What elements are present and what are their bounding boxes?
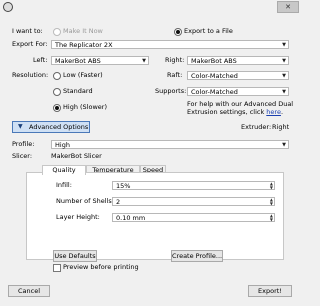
use-defaults-label: Use Defaults <box>54 252 96 260</box>
chevron-down-icon: ▼ <box>282 58 286 64</box>
tab-quality[interactable]: Quality <box>42 165 86 175</box>
slicer-label: Slicer: <box>12 152 33 160</box>
export-for-value: The Replicator 2X <box>55 41 113 49</box>
export-for-label: Export For: <box>12 40 48 48</box>
cancel-button[interactable]: Cancel <box>8 285 50 297</box>
slicer-value: MakerBot Slicer <box>51 152 102 160</box>
export-for-select[interactable]: The Replicator 2X ▼ <box>51 40 289 49</box>
preview-checkbox[interactable] <box>53 264 61 272</box>
spinner-arrows-icon[interactable]: ▲ ▼ <box>270 182 273 190</box>
resolution-high-label: High (Slower) <box>63 103 107 111</box>
profile-value: High <box>55 141 70 149</box>
supports-select[interactable]: Color-Matched ▼ <box>187 87 289 96</box>
infill-input[interactable]: 15% ▲ ▼ <box>112 181 275 190</box>
extruder-value: Right <box>272 123 290 131</box>
use-defaults-button[interactable]: Use Defaults <box>53 250 97 262</box>
close-button[interactable]: ✕ <box>277 1 299 13</box>
chevron-down-icon: ▼ <box>142 58 146 64</box>
help-text-end: . <box>280 108 284 116</box>
right-label: Right: <box>165 56 185 64</box>
infill-label: Infill: <box>56 181 72 189</box>
chevron-down-icon: ▼ <box>282 73 286 79</box>
advanced-options-button[interactable]: ▼ Advanced Options <box>12 121 90 133</box>
title-bar: ✕ <box>0 0 302 14</box>
export-label: Export! <box>258 287 282 295</box>
raft-select[interactable]: Color-Matched ▼ <box>187 71 289 80</box>
help-link[interactable]: here <box>266 108 281 116</box>
spinner-arrows-icon[interactable]: ▲ ▼ <box>270 214 273 222</box>
layer-height-label: Layer Height: <box>56 213 100 221</box>
left-extruder-value: MakerBot ABS <box>55 57 101 65</box>
extruder-label: Extruder: <box>241 123 272 131</box>
export-to-file-radio[interactable] <box>174 28 182 36</box>
layer-height-input[interactable]: 0.10 mm ▲ ▼ <box>112 213 275 222</box>
chevron-down-icon: ▼ <box>282 89 286 95</box>
export-button[interactable]: Export! <box>248 285 292 297</box>
advanced-options-label: Advanced Options <box>29 123 89 131</box>
left-extruder-select[interactable]: MakerBot ABS ▼ <box>51 56 149 65</box>
cancel-label: Cancel <box>17 287 41 295</box>
tab-quality-label: Quality <box>52 166 76 174</box>
want-to-label: I want to: <box>12 27 43 35</box>
close-icon: ✕ <box>285 3 291 11</box>
create-profile-button[interactable]: Create Profile... <box>171 250 223 262</box>
raft-label: Raft: <box>167 71 183 79</box>
left-label: Left: <box>33 56 48 64</box>
resolution-standard-radio[interactable] <box>53 88 61 96</box>
help-text: For help with our Advanced Dual Extrusio… <box>187 100 295 116</box>
create-profile-label: Create Profile... <box>172 252 223 260</box>
spinner-arrows-icon[interactable]: ▲ ▼ <box>270 198 273 206</box>
supports-label: Supports: <box>155 87 187 95</box>
raft-value: Color-Matched <box>191 72 238 80</box>
chevron-down-icon: ▼ <box>282 42 286 48</box>
shells-input[interactable]: 2 ▲ ▼ <box>112 197 275 206</box>
resolution-high-radio[interactable] <box>53 104 61 112</box>
preview-label: Preview before printing <box>63 263 139 271</box>
makerbot-icon <box>3 2 13 12</box>
triangle-down-icon: ▼ <box>18 123 23 130</box>
make-it-now-radio[interactable] <box>53 28 61 36</box>
right-extruder-select[interactable]: MakerBot ABS ▼ <box>187 56 289 65</box>
export-to-file-label: Export to a File <box>184 27 233 35</box>
supports-value: Color-Matched <box>191 88 238 96</box>
infill-value: 15% <box>116 182 131 190</box>
right-extruder-value: MakerBot ABS <box>191 57 237 65</box>
layer-height-value: 0.10 mm <box>116 214 146 222</box>
shells-value: 2 <box>116 198 121 206</box>
resolution-label: Resolution: <box>12 71 49 79</box>
make-it-now-label: Make It Now <box>63 27 103 35</box>
resolution-low-radio[interactable] <box>53 72 61 80</box>
shells-label: Number of Shells: <box>56 197 114 205</box>
profile-select[interactable]: High ▼ <box>51 140 289 149</box>
chevron-down-icon: ▼ <box>282 142 286 148</box>
resolution-standard-label: Standard <box>63 87 93 95</box>
resolution-low-label: Low (Faster) <box>63 71 103 79</box>
profile-label: Profile: <box>12 140 35 148</box>
